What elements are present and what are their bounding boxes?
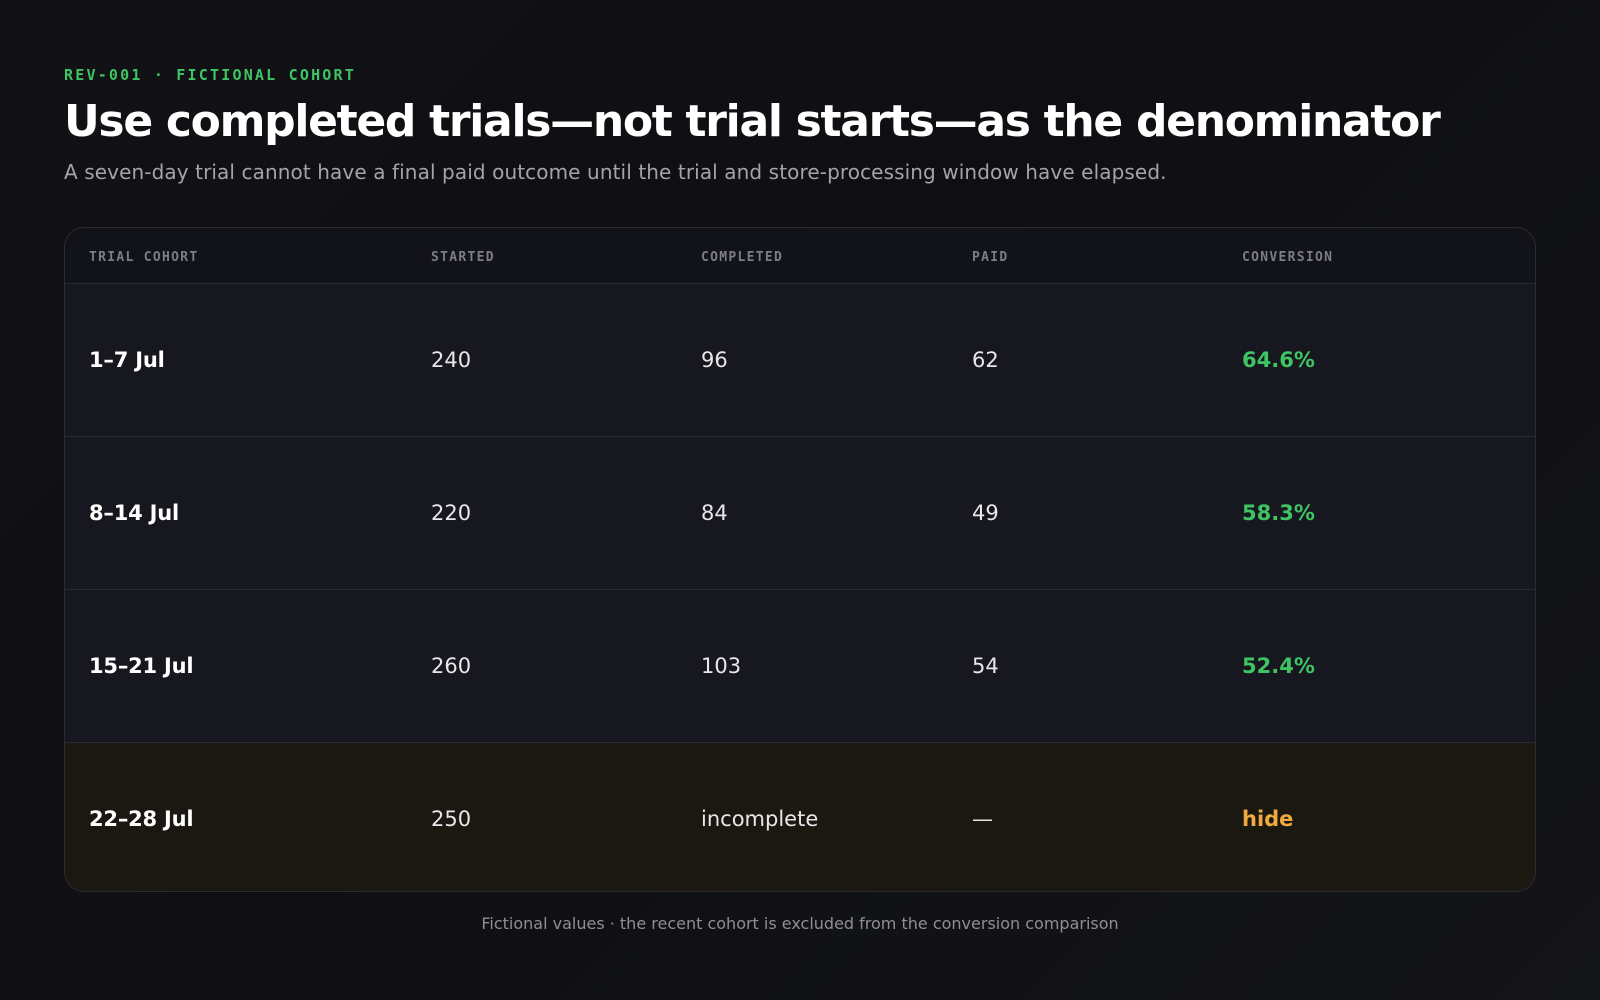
cohort-cell: 22–28 Jul <box>89 807 194 831</box>
column-header-started: STARTED <box>431 250 495 265</box>
column-header-completed: COMPLETED <box>701 250 784 265</box>
conversion-cell: 64.6% <box>1242 348 1315 372</box>
paid-cell: — <box>972 807 993 831</box>
completed-cell: 103 <box>701 654 742 678</box>
column-header-conversion: CONVERSION <box>1242 250 1334 265</box>
conversion-cell-hidden: hide <box>1242 807 1294 831</box>
page-subtitle: A seven-day trial cannot have a final pa… <box>64 160 1167 184</box>
eyebrow-label: REV-001 · FICTIONAL COHORT <box>64 66 356 84</box>
table-row: 15–21 Jul 260 103 54 52.4% <box>65 589 1535 742</box>
started-cell: 220 <box>431 501 472 525</box>
cohort-cell: 1–7 Jul <box>89 348 165 372</box>
completed-cell: 96 <box>701 348 728 372</box>
table-row: 1–7 Jul 240 96 62 64.6% <box>65 283 1535 436</box>
started-cell: 260 <box>431 654 472 678</box>
started-cell: 240 <box>431 348 472 372</box>
table-row-incomplete: 22–28 Jul 250 incomplete — hide <box>65 742 1535 891</box>
conversion-cell: 58.3% <box>1242 501 1315 525</box>
page-title: Use completed trials—not trial starts—as… <box>64 96 1441 147</box>
paid-cell: 62 <box>972 348 999 372</box>
conversion-cell: 52.4% <box>1242 654 1315 678</box>
completed-cell: 84 <box>701 501 728 525</box>
cohort-cell: 15–21 Jul <box>89 654 194 678</box>
table-header: TRIAL COHORT STARTED COMPLETED PAID CONV… <box>65 228 1535 283</box>
page: REV-001 · FICTIONAL COHORT Use completed… <box>64 0 1536 1000</box>
footnote: Fictional values · the recent cohort is … <box>481 914 1119 933</box>
cohort-cell: 8–14 Jul <box>89 501 180 525</box>
completed-cell: incomplete <box>701 807 819 831</box>
column-header-trial-cohort: TRIAL COHORT <box>89 250 199 265</box>
table-row: 8–14 Jul 220 84 49 58.3% <box>65 436 1535 589</box>
paid-cell: 54 <box>972 654 999 678</box>
paid-cell: 49 <box>972 501 999 525</box>
column-header-paid: PAID <box>972 250 1009 265</box>
started-cell: 250 <box>431 807 472 831</box>
cohort-table: TRIAL COHORT STARTED COMPLETED PAID CONV… <box>64 227 1536 892</box>
